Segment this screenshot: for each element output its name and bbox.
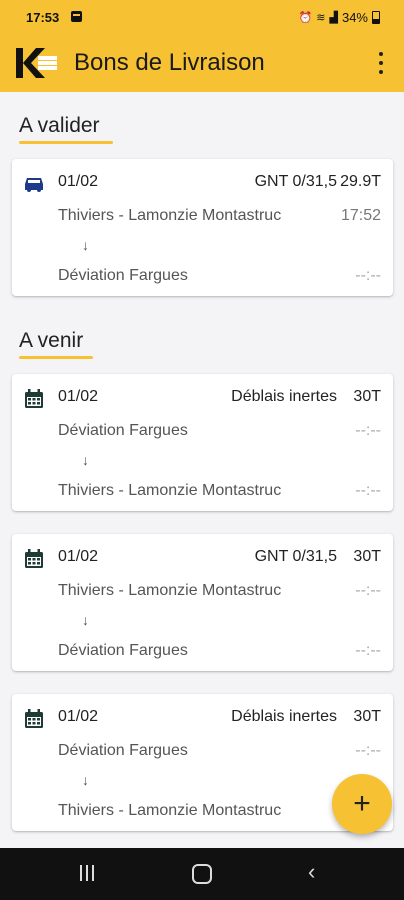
system-nav-bar: ‹	[0, 848, 404, 900]
delivery-material: GNT 0/31,5	[254, 548, 337, 565]
battery-icon	[372, 11, 380, 24]
delivery-date: 01/02	[58, 173, 99, 190]
section-title-label: A venir	[19, 329, 84, 352]
destination-time: --:--	[355, 267, 381, 284]
section-title-upcoming: A venir	[19, 329, 93, 359]
section-underline	[19, 356, 93, 359]
alarm-icon: ⏰	[298, 12, 313, 24]
down-arrow-icon: ↓	[82, 452, 89, 468]
delivery-weight: 30T	[353, 388, 381, 405]
down-arrow-icon: ↓	[82, 772, 89, 788]
plus-icon: +	[353, 787, 371, 820]
delivery-card[interactable]: 01/02 GNT 0/31,5 29.9T Thiviers - Lamonz…	[12, 159, 393, 296]
signal-icon: ▟	[329, 12, 338, 24]
calendar-icon	[25, 709, 43, 728]
delivery-weight: 30T	[353, 548, 381, 565]
status-bar: 17:53 ⏰ ≋ ▟ 34%	[0, 0, 404, 34]
delivery-date: 01/02	[58, 388, 99, 405]
app-logo-icon	[14, 46, 60, 80]
recents-button[interactable]	[80, 865, 94, 881]
delivery-card[interactable]: 01/02 GNT 0/31,5 30T Thiviers - Lamonzie…	[12, 534, 393, 671]
battery-percent: 34%	[341, 10, 368, 25]
section-title-to-validate: A valider	[19, 114, 113, 144]
delivery-weight: 30T	[353, 708, 381, 725]
delivery-material: GNT 0/31,5	[254, 173, 337, 190]
back-button[interactable]: ‹	[308, 859, 315, 885]
origin-location: Thiviers - Lamonzie Montastruc	[58, 207, 282, 224]
status-time: 17:53	[26, 10, 60, 25]
section-title-label: A valider	[19, 114, 100, 137]
wifi-icon: ≋	[316, 12, 326, 24]
page-title: Bons de Livraison	[74, 49, 265, 76]
destination-location: Thiviers - Lamonzie Montastruc	[58, 482, 282, 499]
delivery-card[interactable]: 01/02 Déblais inertes 30T Déviation Farg…	[12, 374, 393, 511]
more-options-icon[interactable]	[378, 52, 384, 74]
destination-time: --:--	[355, 482, 381, 499]
delivery-material: Déblais inertes	[231, 388, 337, 405]
notification-icon	[71, 11, 82, 22]
section-underline	[19, 141, 113, 144]
origin-time: --:--	[355, 422, 381, 439]
delivery-material: Déblais inertes	[231, 708, 337, 725]
origin-location: Déviation Fargues	[58, 422, 188, 439]
origin-location: Thiviers - Lamonzie Montastruc	[58, 582, 282, 599]
status-icons: ⏰ ≋ ▟ 34%	[299, 10, 380, 25]
truck-icon	[25, 178, 43, 192]
destination-location: Thiviers - Lamonzie Montastruc	[58, 802, 282, 819]
destination-time: --:--	[355, 642, 381, 659]
add-delivery-button[interactable]: +	[332, 774, 392, 834]
origin-time: --:--	[355, 742, 381, 759]
app-bar: Bons de Livraison	[0, 34, 404, 92]
destination-location: Déviation Fargues	[58, 642, 188, 659]
home-button[interactable]	[192, 864, 212, 884]
delivery-date: 01/02	[58, 548, 99, 565]
down-arrow-icon: ↓	[82, 612, 89, 628]
delivery-weight: 29.9T	[340, 173, 381, 190]
origin-time: 17:52	[340, 207, 381, 224]
calendar-icon	[25, 389, 43, 408]
delivery-date: 01/02	[58, 708, 99, 725]
calendar-icon	[25, 549, 43, 568]
origin-location: Déviation Fargues	[58, 742, 188, 759]
origin-time: --:--	[355, 582, 381, 599]
destination-location: Déviation Fargues	[58, 267, 188, 284]
down-arrow-icon: ↓	[82, 237, 89, 253]
